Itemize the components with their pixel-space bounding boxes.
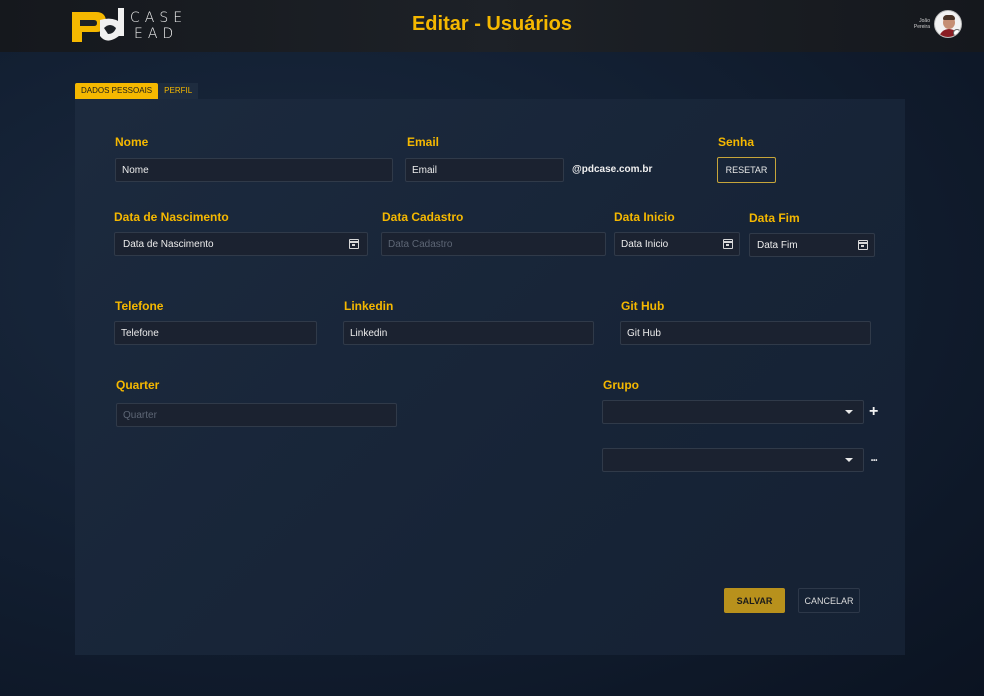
top-bar: CASE EAD Editar - Usuários João Pereira: [0, 0, 984, 52]
reset-password-button[interactable]: RESETAR: [717, 157, 776, 183]
telefone-label: Telefone: [115, 299, 164, 313]
data-cadastro-input[interactable]: [381, 232, 606, 256]
github-input[interactable]: [620, 321, 871, 345]
data-nascimento-label: Data de Nascimento: [114, 210, 229, 224]
avatar[interactable]: [934, 10, 962, 38]
more-icon[interactable]: •••: [871, 455, 877, 467]
email-domain-suffix: @pdcase.com.br: [572, 164, 653, 175]
plus-icon[interactable]: +: [869, 404, 878, 420]
chevron-down-icon: [845, 410, 853, 414]
cancel-button[interactable]: CANCELAR: [798, 588, 860, 613]
data-inicio-input[interactable]: [614, 232, 740, 256]
form-card: [75, 99, 905, 655]
data-fim-input[interactable]: [749, 233, 875, 257]
github-label: Git Hub: [621, 299, 665, 313]
email-label: Email: [407, 135, 440, 149]
linkedin-input[interactable]: [343, 321, 594, 345]
email-input[interactable]: [405, 158, 564, 182]
nome-label: Nome: [115, 135, 149, 149]
avatar-hair: [943, 15, 955, 20]
grupo-select-1[interactable]: [602, 400, 864, 424]
calendar-icon[interactable]: [858, 240, 868, 250]
tab-perfil[interactable]: PERFIL: [158, 83, 199, 99]
user-name: João Pereira: [908, 18, 930, 30]
settings-badge-icon: [953, 29, 961, 37]
user-menu[interactable]: João Pereira: [908, 10, 962, 38]
senha-label: Senha: [718, 135, 755, 149]
user-last-name: Pereira: [913, 24, 930, 30]
tab-dados-pessoais[interactable]: DADOS PESSOAIS: [75, 83, 159, 99]
calendar-icon[interactable]: [349, 239, 359, 249]
grupo-label: Grupo: [603, 378, 639, 392]
quarter-label: Quarter: [116, 378, 160, 392]
chevron-down-icon: [845, 458, 853, 462]
save-button[interactable]: SALVAR: [724, 588, 785, 613]
nome-input[interactable]: [115, 158, 393, 182]
data-cadastro-label: Data Cadastro: [382, 210, 464, 224]
page-title: Editar - Usuários: [411, 13, 573, 35]
tab-bar: DADOS PESSOAIS PERFIL: [75, 83, 199, 99]
data-fim-label: Data Fim: [749, 211, 800, 225]
quarter-input[interactable]: [116, 403, 397, 427]
data-inicio-label: Data Inicio: [614, 210, 675, 224]
data-nascimento-input[interactable]: [114, 232, 368, 256]
linkedin-label: Linkedin: [344, 299, 394, 313]
calendar-icon[interactable]: [723, 239, 733, 249]
grupo-select-2[interactable]: [602, 448, 864, 472]
telefone-input[interactable]: [114, 321, 317, 345]
